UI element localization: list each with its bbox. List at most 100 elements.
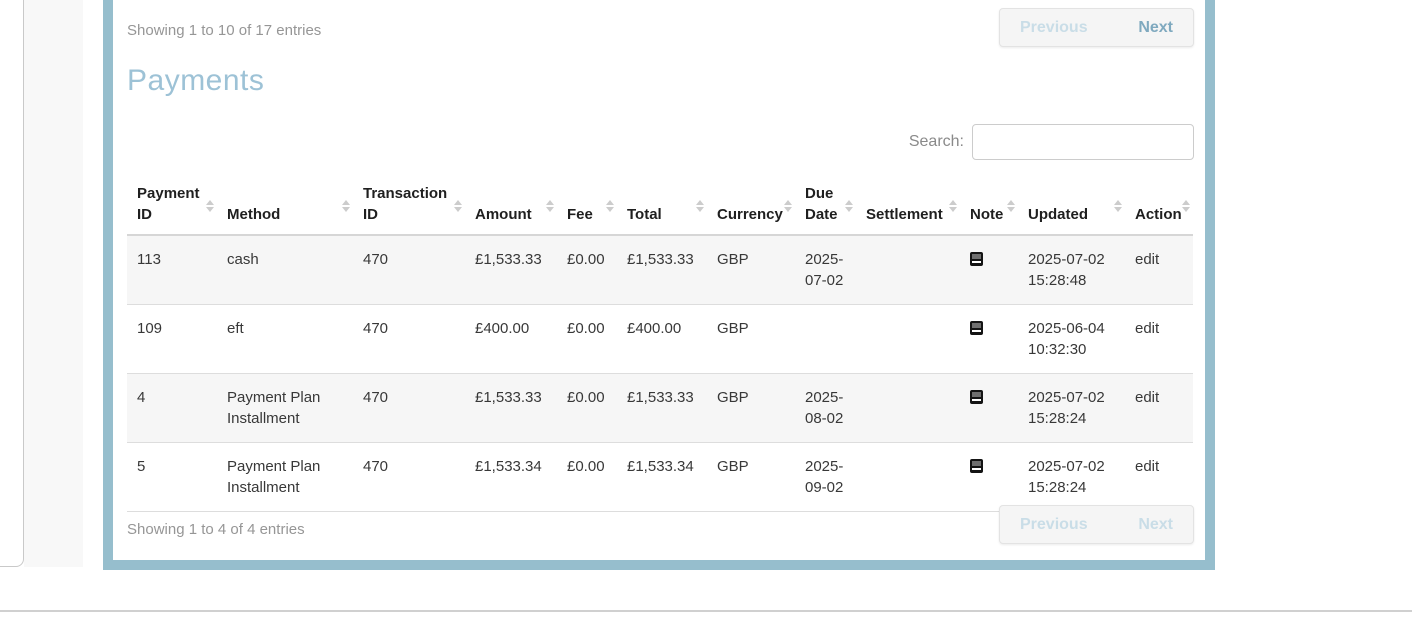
search-label: Search:	[909, 133, 964, 151]
cell-transaction-id: 470	[353, 305, 465, 374]
sort-icon	[1007, 200, 1015, 212]
cell-note	[960, 305, 1018, 374]
note-icon[interactable]	[970, 459, 983, 473]
cell-amount: £400.00	[465, 305, 557, 374]
cell-note	[960, 443, 1018, 512]
cell-settlement	[856, 374, 960, 443]
page-title: Payments	[127, 64, 264, 98]
left-panel	[0, 0, 24, 567]
cell-fee: £0.00	[557, 305, 617, 374]
cell-note	[960, 235, 1018, 305]
page: Showing 1 to 10 of 17 entries Previous N…	[0, 0, 1412, 628]
cell-currency: GBP	[707, 235, 795, 305]
column-header-fee[interactable]: Fee	[557, 177, 617, 235]
cell-fee: £0.00	[557, 374, 617, 443]
edit-link[interactable]: edit	[1135, 251, 1159, 268]
cell-fee: £0.00	[557, 235, 617, 305]
next-button[interactable]: Next	[1138, 516, 1173, 534]
sort-icon	[606, 200, 614, 212]
sort-icon	[1182, 200, 1190, 212]
cell-due-date: 2025-07-02	[795, 235, 856, 305]
column-header-updated[interactable]: Updated	[1018, 177, 1125, 235]
sidebar-panel	[24, 0, 83, 567]
cell-transaction-id: 470	[353, 374, 465, 443]
cell-action: edit	[1125, 235, 1193, 305]
cell-updated: 2025-06-04 10:32:30	[1018, 305, 1125, 374]
cell-method: cash	[217, 235, 353, 305]
cell-payment-id: 109	[127, 305, 217, 374]
cell-updated: 2025-07-02 15:28:24	[1018, 443, 1125, 512]
table-header-row: Payment ID Method Transaction ID Amount	[127, 177, 1193, 235]
cell-action: edit	[1125, 443, 1193, 512]
sort-icon	[1114, 200, 1122, 212]
column-header-currency[interactable]: Currency	[707, 177, 795, 235]
cell-updated: 2025-07-02 15:28:48	[1018, 235, 1125, 305]
note-icon[interactable]	[970, 252, 983, 266]
payments-table-info: Showing 1 to 4 of 4 entries	[127, 521, 305, 538]
sort-icon	[342, 200, 350, 212]
cell-due-date: 2025-08-02	[795, 374, 856, 443]
table-row: 5Payment Plan Installment470£1,533.34£0.…	[127, 443, 1193, 512]
column-header-total[interactable]: Total	[617, 177, 707, 235]
cell-action: edit	[1125, 374, 1193, 443]
cell-payment-id: 5	[127, 443, 217, 512]
payments-table-body: 113cash470£1,533.33£0.00£1,533.33GBP2025…	[127, 235, 1193, 512]
cell-updated: 2025-07-02 15:28:24	[1018, 374, 1125, 443]
cell-action: edit	[1125, 305, 1193, 374]
cell-due-date	[795, 305, 856, 374]
sort-icon	[845, 200, 853, 212]
column-header-transaction-id[interactable]: Transaction ID	[353, 177, 465, 235]
note-icon[interactable]	[970, 390, 983, 404]
cell-amount: £1,533.33	[465, 374, 557, 443]
cell-settlement	[856, 305, 960, 374]
cell-due-date: 2025-09-02	[795, 443, 856, 512]
column-header-settlement[interactable]: Settlement	[856, 177, 960, 235]
cell-amount: £1,533.33	[465, 235, 557, 305]
payments-card: Showing 1 to 10 of 17 entries Previous N…	[103, 0, 1215, 570]
cell-transaction-id: 470	[353, 235, 465, 305]
upper-table-info: Showing 1 to 10 of 17 entries	[127, 22, 321, 39]
cell-total: £400.00	[617, 305, 707, 374]
column-header-action[interactable]: Action	[1125, 177, 1193, 235]
cell-payment-id: 113	[127, 235, 217, 305]
previous-button[interactable]: Previous	[1020, 516, 1088, 534]
cell-amount: £1,533.34	[465, 443, 557, 512]
edit-link[interactable]: edit	[1135, 458, 1159, 475]
edit-link[interactable]: edit	[1135, 389, 1159, 406]
cell-payment-id: 4	[127, 374, 217, 443]
cell-currency: GBP	[707, 374, 795, 443]
column-header-amount[interactable]: Amount	[465, 177, 557, 235]
search-bar: Search:	[909, 124, 1194, 160]
column-header-method[interactable]: Method	[217, 177, 353, 235]
table-row: 109eft470£400.00£0.00£400.00GBP2025-06-0…	[127, 305, 1193, 374]
edit-link[interactable]: edit	[1135, 320, 1159, 337]
column-header-due-date[interactable]: Due Date	[795, 177, 856, 235]
note-icon[interactable]	[970, 321, 983, 335]
sort-icon	[454, 200, 462, 212]
sort-icon	[696, 200, 704, 212]
payments-table: Payment ID Method Transaction ID Amount	[127, 177, 1193, 512]
payments-pagination: Previous Next	[999, 505, 1194, 544]
cell-total: £1,533.33	[617, 374, 707, 443]
cell-total: £1,533.33	[617, 235, 707, 305]
search-input[interactable]	[972, 124, 1194, 160]
sort-icon	[784, 200, 792, 212]
cell-fee: £0.00	[557, 443, 617, 512]
cell-settlement	[856, 443, 960, 512]
cell-method: Payment Plan Installment	[217, 443, 353, 512]
cell-method: Payment Plan Installment	[217, 374, 353, 443]
cell-note	[960, 374, 1018, 443]
column-header-note[interactable]: Note	[960, 177, 1018, 235]
cell-transaction-id: 470	[353, 443, 465, 512]
cell-method: eft	[217, 305, 353, 374]
cell-currency: GBP	[707, 443, 795, 512]
cell-settlement	[856, 235, 960, 305]
table-row: 4Payment Plan Installment470£1,533.33£0.…	[127, 374, 1193, 443]
sort-icon	[206, 200, 214, 212]
next-button[interactable]: Next	[1138, 19, 1173, 37]
column-header-payment-id[interactable]: Payment ID	[127, 177, 217, 235]
previous-button[interactable]: Previous	[1020, 19, 1088, 37]
sort-icon	[546, 200, 554, 212]
cell-total: £1,533.34	[617, 443, 707, 512]
table-row: 113cash470£1,533.33£0.00£1,533.33GBP2025…	[127, 235, 1193, 305]
